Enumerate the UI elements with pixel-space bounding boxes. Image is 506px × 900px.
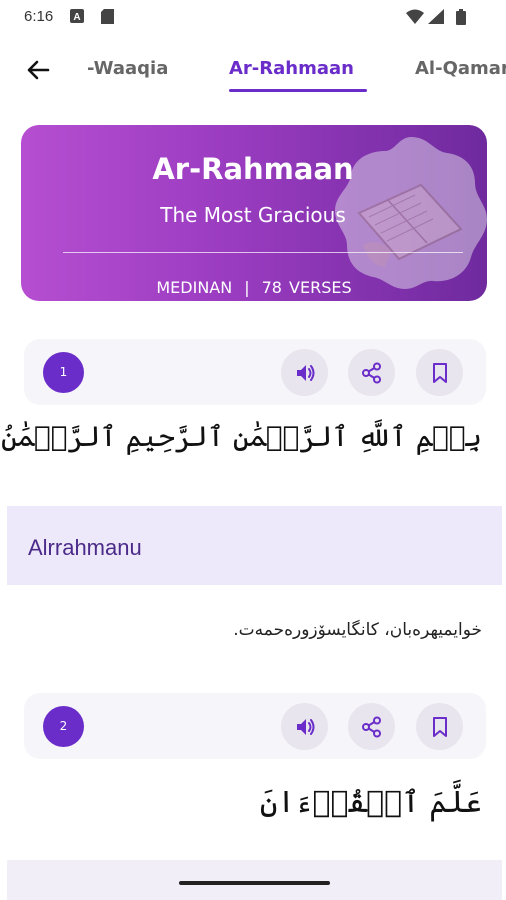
battery-icon bbox=[456, 9, 466, 25]
play-audio-button[interactable] bbox=[281, 349, 328, 396]
bookmark-button[interactable] bbox=[416, 349, 463, 396]
arrow-left-icon[interactable] bbox=[22, 54, 54, 86]
meta-separator: | bbox=[244, 278, 250, 297]
speaker-icon bbox=[296, 364, 314, 381]
verse-translation: خوایمیهرەبان، کانگایسۆزورەحمەت. bbox=[233, 620, 482, 640]
share-icon bbox=[361, 362, 381, 383]
verse-arabic-text: عَلَّمَ ٱلۡقُرۡءَانَ bbox=[259, 785, 482, 820]
verse-transliteration: Alrrahmanu bbox=[28, 535, 142, 560]
verse-number-badge: 1 bbox=[43, 352, 84, 393]
surah-meta: MEDINAN | 78 VERSES bbox=[21, 278, 487, 297]
surah-subtitle: The Most Gracious bbox=[160, 203, 346, 227]
sd-card-icon bbox=[101, 9, 114, 24]
home-indicator[interactable] bbox=[179, 881, 330, 885]
verse-arabic-text: بِسۡمِ ٱللَّهِ ٱلرَّحۡمَٰنِ ٱلرَّحِيمِ ٱ… bbox=[1, 420, 482, 453]
revelation-type: MEDINAN bbox=[156, 278, 233, 297]
speaker-icon bbox=[296, 718, 314, 735]
verse-number-badge: 2 bbox=[43, 706, 84, 747]
bookmark-button[interactable] bbox=[416, 703, 463, 750]
next-transliteration-band bbox=[7, 860, 502, 900]
verse-toolbar: 2 bbox=[24, 693, 486, 759]
surah-tab-bar: -Waaqia Ar-Rahmaan Al-Qamar bbox=[0, 44, 506, 96]
surah-banner: Ar-Rahmaan The Most Gracious MEDINAN | 78 … bbox=[21, 125, 487, 301]
tab-al-qamar[interactable]: Al-Qamar bbox=[415, 58, 506, 79]
transliteration-band: Alrrahmanu bbox=[7, 506, 502, 585]
signal-icon bbox=[428, 9, 444, 24]
tab-waaqia[interactable]: -Waaqia bbox=[87, 58, 168, 79]
play-audio-button[interactable] bbox=[281, 703, 328, 750]
svg-text:A: A bbox=[73, 12, 80, 23]
tab-ar-rahmaan[interactable]: Ar-Rahmaan bbox=[229, 58, 354, 79]
share-button[interactable] bbox=[348, 703, 395, 750]
bookmark-icon bbox=[432, 716, 447, 737]
keyboard-a-icon: A bbox=[70, 9, 84, 23]
verse-toolbar: 1 bbox=[24, 339, 486, 405]
banner-divider bbox=[63, 252, 463, 253]
active-tab-indicator bbox=[229, 89, 367, 92]
surah-title: Ar-Rahmaan bbox=[152, 152, 354, 186]
verse-count: 78 VERSES bbox=[261, 278, 352, 297]
wifi-icon bbox=[406, 9, 424, 24]
bookmark-icon bbox=[432, 362, 447, 383]
status-time: 6:16 bbox=[24, 8, 54, 25]
status-bar: 6:16 A bbox=[0, 0, 506, 36]
share-icon bbox=[361, 716, 381, 737]
share-button[interactable] bbox=[348, 349, 395, 396]
